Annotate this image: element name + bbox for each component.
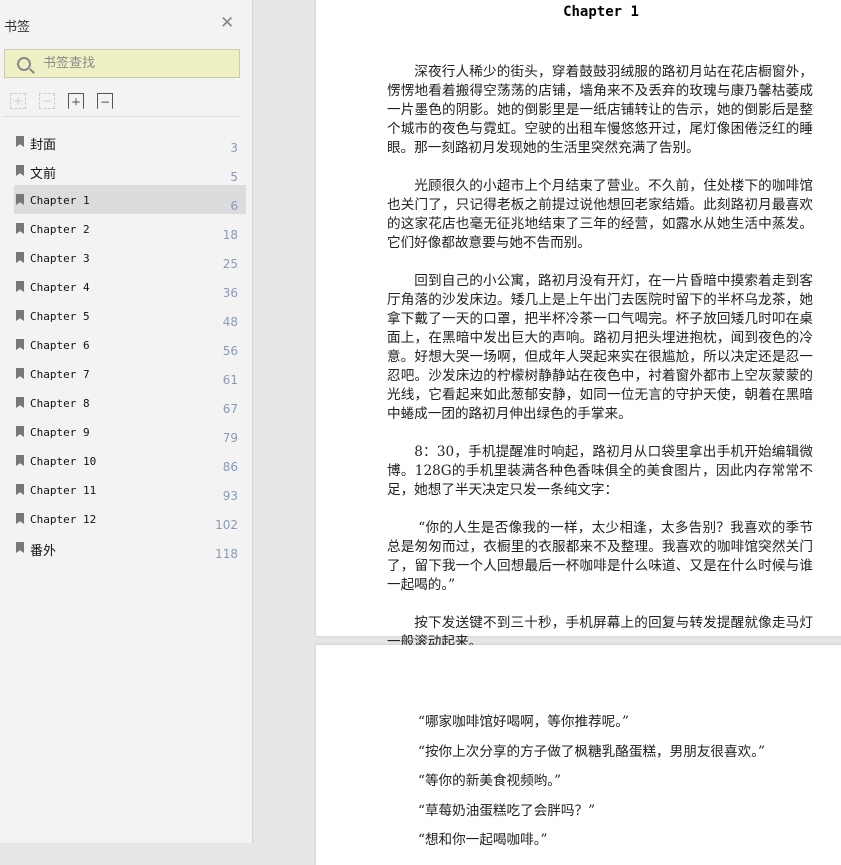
bookmark-page-number: 48 [222, 315, 238, 329]
bookmark-item[interactable]: 文前 5 [14, 156, 246, 185]
panel-title: 书签 [4, 20, 31, 35]
bookmark-item[interactable]: 封面 3 [14, 127, 246, 156]
bookmark-icon [16, 368, 24, 379]
bookmark-label: Chapter 6 [30, 339, 90, 352]
document-page: Chapter 1 深夜行人稀少的街头，穿着鼓鼓羽绒服的路初月站在花店橱窗外，愣… [316, 0, 841, 650]
bookmark-label: Chapter 5 [30, 310, 90, 323]
bookmark-label: 番外 [30, 544, 57, 559]
bookmark-item[interactable]: Chapter 1 6 [14, 185, 246, 214]
bookmark-list: 封面 3 文前 5 Chapter 1 6 Chapter 2 18 Chapter 3 25 Ch… [14, 127, 246, 562]
bookmark-icon [16, 513, 24, 524]
bookmark-item[interactable]: Chapter 6 56 [14, 330, 246, 359]
paragraph: “等你的新美食视频哟。” [418, 773, 562, 789]
bookmark-label: Chapter 7 [30, 368, 90, 381]
close-icon[interactable]: ✕ [220, 15, 234, 32]
bookmark-item[interactable]: Chapter 3 25 [14, 243, 246, 272]
bookmark-page-number: 5 [230, 170, 238, 184]
page-body: “哪家咖啡馆好喝啊，等你推荐呢。” “按你上次分享的方子做了枫糖乳酪蛋糕，男朋友很… [418, 710, 765, 858]
bookmark-icon [16, 165, 24, 176]
bookmark-page-number: 102 [215, 518, 238, 532]
bookmark-item[interactable]: Chapter 8 67 [14, 388, 246, 417]
bookmark-item[interactable]: 番外 118 [14, 533, 246, 562]
bookmark-search-input[interactable] [43, 56, 223, 71]
paragraph: “哪家咖啡馆好喝啊，等你推荐呢。” [418, 714, 630, 730]
bookmark-item[interactable]: Chapter 11 93 [14, 475, 246, 504]
bookmark-item[interactable]: Chapter 4 36 [14, 272, 246, 301]
bookmark-icon [16, 484, 24, 495]
bookmark-search[interactable] [4, 49, 240, 78]
bookmark-page-number: 56 [222, 344, 238, 358]
bookmark-item[interactable]: Chapter 5 48 [14, 301, 246, 330]
add-bookmark-icon[interactable]: + [68, 93, 84, 109]
page-body: 深夜行人稀少的街头，穿着鼓鼓羽绒服的路初月站在花店橱窗外，愣愣地看着搬得空荡荡的… [387, 63, 813, 671]
bookmark-icon [16, 542, 24, 553]
bookmark-label: Chapter 12 [30, 513, 97, 526]
bookmark-page-number: 36 [222, 286, 238, 300]
bookmark-icon [16, 455, 24, 466]
paragraph: “你的人生是否像我的一样，太少相逢，太多告别？我喜欢的季节总是匆匆而过，衣橱里的… [387, 520, 813, 593]
bookmark-label: Chapter 9 [30, 426, 90, 439]
paragraph: 8：30，手机提醒准时响起，路初月从口袋里拿出手机开始编辑微博。128G的手机里… [387, 444, 813, 498]
bookmark-item[interactable]: Chapter 9 79 [14, 417, 246, 446]
bookmark-label: Chapter 8 [30, 397, 90, 410]
search-icon [17, 56, 31, 71]
bookmark-icon [16, 310, 24, 321]
document-page: “哪家咖啡馆好喝啊，等你推荐呢。” “按你上次分享的方子做了枫糖乳酪蛋糕，男朋友很… [316, 645, 841, 865]
bookmark-page-number: 67 [222, 402, 238, 416]
bookmark-page-number: 61 [222, 373, 238, 387]
bookmark-item[interactable]: Chapter 12 102 [14, 504, 246, 533]
divider [4, 116, 240, 117]
bookmark-page-number: 3 [230, 141, 238, 155]
paragraph: “草莓奶油蛋糕吃了会胖吗？” [418, 802, 596, 819]
bookmark-icon [16, 397, 24, 408]
bookmark-icon [16, 252, 24, 263]
bookmark-item[interactable]: Chapter 2 18 [14, 214, 246, 243]
bookmark-label: Chapter 4 [30, 281, 90, 294]
expand-all-icon[interactable]: + [10, 93, 26, 109]
bookmark-label: Chapter 1 [30, 194, 90, 207]
bookmark-label: Chapter 11 [30, 484, 97, 497]
collapse-all-icon[interactable]: − [39, 93, 55, 109]
bookmark-page-number: 6 [230, 199, 238, 213]
bookmark-icon [16, 339, 24, 350]
paragraph: “按你上次分享的方子做了枫糖乳酪蛋糕，男朋友很喜欢。” [418, 743, 765, 760]
bookmark-icon [16, 136, 24, 147]
bookmark-item[interactable]: Chapter 10 86 [14, 446, 246, 475]
paragraph: 回到自己的小公寓，路初月没有开灯，在一片昏暗中摸索着走到客厅角落的沙发床边。矮几… [387, 273, 813, 422]
bookmark-icon [16, 223, 24, 234]
bookmark-icon [16, 281, 24, 292]
bookmark-page-number: 86 [222, 460, 238, 474]
chapter-title: Chapter 1 [563, 4, 639, 20]
bookmark-label: 文前 [30, 167, 57, 182]
bookmark-page-number: 79 [222, 431, 238, 445]
remove-bookmark-icon[interactable]: − [97, 93, 113, 109]
bookmark-icon [16, 194, 24, 205]
bookmark-label: Chapter 2 [30, 223, 90, 236]
paragraph: 深夜行人稀少的街头，穿着鼓鼓羽绒服的路初月站在花店橱窗外，愣愣地看着搬得空荡荡的… [387, 64, 813, 156]
bookmark-item[interactable]: Chapter 7 61 [14, 359, 246, 388]
bookmark-panel: 书签 ✕ + − + − 封面 3 文前 5 Chapter 1 6 Chapter 2 18… [0, 0, 253, 843]
paragraph: 光顾很久的小超市上个月结束了营业。不久前，住处楼下的咖啡馆也关门了，只记得老板之… [387, 178, 813, 251]
bookmark-icon [16, 426, 24, 437]
bookmark-page-number: 118 [215, 547, 238, 561]
bookmark-label: Chapter 3 [30, 252, 90, 265]
bookmark-page-number: 93 [222, 489, 238, 503]
bookmark-label: 封面 [30, 138, 57, 153]
bookmark-label: Chapter 10 [30, 455, 97, 468]
bookmark-page-number: 18 [222, 228, 238, 242]
bookmark-page-number: 25 [222, 257, 238, 271]
